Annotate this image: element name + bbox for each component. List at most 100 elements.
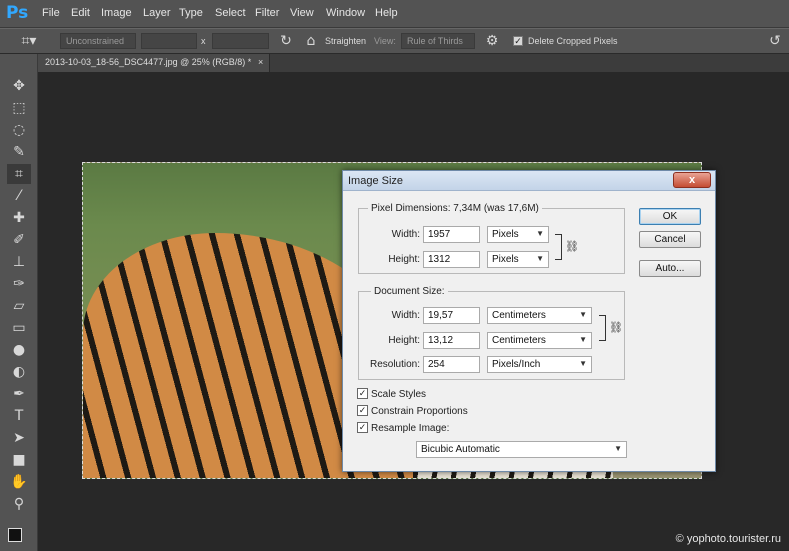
doc-height-unit: Centimeters <box>492 335 546 346</box>
ratio-preset-label: Unconstrained <box>66 36 125 46</box>
resample-method-value: Bicubic Automatic <box>421 444 500 455</box>
dodge-icon[interactable]: ◐ <box>7 362 31 382</box>
reset-icon[interactable]: ↺ <box>763 31 787 51</box>
straighten-icon[interactable]: ⌂ <box>299 31 323 51</box>
eraser-icon[interactable]: ▱ <box>7 296 31 316</box>
chevron-down-icon: ▼ <box>579 335 587 344</box>
menu-filter[interactable]: Filter <box>255 7 279 19</box>
straighten-label[interactable]: Straighten <box>325 36 366 46</box>
menu-select[interactable]: Select <box>215 7 246 19</box>
menu-help[interactable]: Help <box>375 7 398 19</box>
hand-icon[interactable]: ✋ <box>7 472 31 492</box>
delete-cropped-checkbox[interactable]: ✓ <box>513 36 523 46</box>
menu-view[interactable]: View <box>290 7 314 19</box>
pixel-width-unit: Pixels <box>492 229 519 240</box>
crop-icon[interactable]: ⌗▾ <box>14 31 44 51</box>
resample-method-select[interactable]: Bicubic Automatic ▼ <box>416 441 627 458</box>
pixel-height-input[interactable]: 1312 <box>423 251 480 268</box>
healing-brush-icon[interactable]: ✚ <box>7 208 31 228</box>
chevron-down-icon: ▼ <box>536 254 544 263</box>
menu-window[interactable]: Window <box>326 7 365 19</box>
doc-width-unit: Centimeters <box>492 310 546 321</box>
pixel-dimensions-title: Pixel Dimensions: 7,34M (was 17,6M) <box>368 203 542 214</box>
doc-height-unit-select[interactable]: Centimeters ▼ <box>487 332 592 349</box>
resolution-label: Resolution: <box>369 359 420 370</box>
move-icon[interactable]: ✥ <box>7 76 31 96</box>
menu-image[interactable]: Image <box>101 7 132 19</box>
close-tab-icon[interactable]: × <box>258 57 263 67</box>
resolution-unit: Pixels/Inch <box>492 359 541 370</box>
eyedropper-icon[interactable]: ⁄ <box>7 186 31 206</box>
pixel-width-label: Width: <box>391 229 420 240</box>
toolbox: ✥ ⬚ ◌ ✎ ⌗ ⁄ ✚ ✐ ⊥ ✑ ▱ ▭ ● ◐ ✒ T ➤ ■ ✋ ⚲ <box>0 54 38 551</box>
doc-height-label: Height: <box>388 335 420 346</box>
menu-layer[interactable]: Layer <box>143 7 171 19</box>
crop-height-input[interactable] <box>212 33 269 49</box>
resolution-unit-select[interactable]: Pixels/Inch ▼ <box>487 356 592 373</box>
watermark: © yophoto.tourister.ru <box>675 533 781 545</box>
pen-icon[interactable]: ✒ <box>7 384 31 404</box>
gear-icon[interactable]: ⚙ <box>480 31 504 51</box>
resample-image-checkbox[interactable]: ✓ <box>357 422 368 433</box>
view-label: View: <box>374 36 396 46</box>
type-icon[interactable]: T <box>7 406 31 426</box>
menu-type[interactable]: Type <box>179 7 203 19</box>
doc-width-input[interactable]: 19,57 <box>423 307 480 324</box>
crop-tool-icon[interactable]: ⌗ <box>7 164 31 184</box>
pixel-constrain-bracket <box>555 234 562 260</box>
dialog-title-bar[interactable]: Image Size x <box>343 171 715 191</box>
pixel-height-label: Height: <box>388 254 420 265</box>
link-icon: ⛓ <box>609 321 623 334</box>
history-brush-icon[interactable]: ✑ <box>7 274 31 294</box>
constrain-proportions-checkbox[interactable]: ✓ <box>357 405 368 416</box>
doc-width-label: Width: <box>391 310 420 321</box>
swap-dimensions-icon[interactable]: ↻ <box>274 31 298 51</box>
menu-file[interactable]: File <box>42 7 60 19</box>
image-size-dialog: Image Size x Pixel Dimensions: 7,34M (wa… <box>342 170 716 472</box>
menu-bar: Ps File Edit Image Layer Type Select Fil… <box>0 0 789 28</box>
pixel-width-unit-select[interactable]: Pixels ▼ <box>487 226 549 243</box>
rectangle-icon[interactable]: ■ <box>7 450 31 470</box>
constrain-proportions-label: Constrain Proportions <box>371 406 468 417</box>
chevron-down-icon: ▼ <box>614 444 622 453</box>
resolution-input[interactable]: 254 <box>423 356 480 373</box>
link-icon: ⛓ <box>565 240 579 253</box>
crop-dimension-separator: x <box>201 36 206 46</box>
ratio-preset-select[interactable]: Unconstrained <box>60 33 136 49</box>
dialog-close-button[interactable]: x <box>673 172 711 188</box>
chevron-down-icon: ▼ <box>579 310 587 319</box>
doc-height-input[interactable]: 13,12 <box>423 332 480 349</box>
doc-constrain-bracket <box>599 315 606 341</box>
brush-icon[interactable]: ✐ <box>7 230 31 250</box>
crop-width-input[interactable] <box>141 33 197 49</box>
doc-width-unit-select[interactable]: Centimeters ▼ <box>487 307 592 324</box>
auto-button[interactable]: Auto... <box>639 260 701 277</box>
quick-select-icon[interactable]: ✎ <box>7 142 31 162</box>
scale-styles-checkbox[interactable]: ✓ <box>357 388 368 399</box>
document-tab[interactable]: 2013-10-03_18-56_DSC4477.jpg @ 25% (RGB/… <box>38 54 270 72</box>
menu-edit[interactable]: Edit <box>71 7 90 19</box>
document-tab-bar: 2013-10-03_18-56_DSC4477.jpg @ 25% (RGB/… <box>38 54 789 72</box>
clone-stamp-icon[interactable]: ⊥ <box>7 252 31 272</box>
pixel-width-input[interactable]: 1957 <box>423 226 480 243</box>
marquee-icon[interactable]: ⬚ <box>7 98 31 118</box>
foreground-color-swatch[interactable] <box>8 528 22 542</box>
ok-button[interactable]: OK <box>639 208 701 225</box>
dialog-title: Image Size <box>348 175 404 187</box>
scale-styles-label: Scale Styles <box>371 389 427 400</box>
lasso-icon[interactable]: ◌ <box>7 120 31 140</box>
pixel-height-unit: Pixels <box>492 254 519 265</box>
pixel-height-unit-select[interactable]: Pixels ▼ <box>487 251 549 268</box>
photoshop-logo: Ps <box>6 3 29 23</box>
document-tab-title: 2013-10-03_18-56_DSC4477.jpg @ 25% (RGB/… <box>45 57 252 67</box>
document-size-title: Document Size: <box>371 286 448 297</box>
zoom-icon[interactable]: ⚲ <box>7 494 31 514</box>
path-select-icon[interactable]: ➤ <box>7 428 31 448</box>
blur-icon[interactable]: ● <box>7 340 31 360</box>
cancel-button[interactable]: Cancel <box>639 231 701 248</box>
overlay-view-select[interactable]: Rule of Thirds <box>401 33 475 49</box>
gradient-icon[interactable]: ▭ <box>7 318 31 338</box>
overlay-view-label: Rule of Thirds <box>407 36 463 46</box>
chevron-down-icon: ▼ <box>579 359 587 368</box>
options-bar: ⌗▾ Unconstrained x ↻ ⌂ Straighten View: … <box>0 28 789 54</box>
